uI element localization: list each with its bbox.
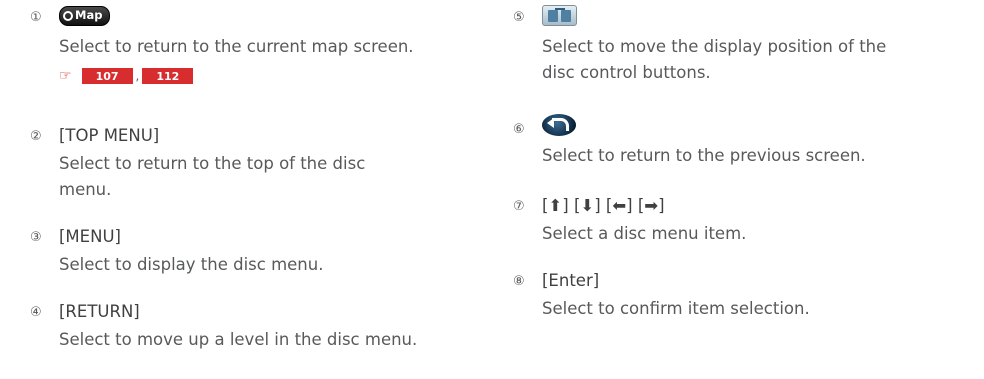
item-heading: [TOP MENU] xyxy=(59,126,160,145)
item-heading: [Enter] xyxy=(542,271,600,290)
page-reference-row: ☞ 107 , 112 xyxy=(59,68,194,84)
page-reference-link[interactable]: 112 xyxy=(142,68,194,84)
reference-separator: , xyxy=(135,69,140,83)
item-description: Select to return to the current map scre… xyxy=(59,37,414,56)
item-description: Select to move up a level in the disc me… xyxy=(59,330,418,349)
item-number: ① xyxy=(30,10,42,25)
item-description: Select a disc menu item. xyxy=(542,224,747,243)
page-reference-link[interactable]: 107 xyxy=(81,68,133,84)
map-button-label: Map xyxy=(75,8,103,23)
item-description: Select to confirm item selection. xyxy=(542,299,810,318)
item-description: Select to display the disc menu. xyxy=(59,255,324,274)
back-arrow-icon xyxy=(542,114,576,136)
item-number: ⑤ xyxy=(513,10,525,25)
reference-pointer-icon: ☞ xyxy=(59,68,72,84)
item-number: ⑧ xyxy=(513,274,525,289)
item-heading: [RETURN] xyxy=(59,302,140,321)
item-number: ③ xyxy=(30,230,42,245)
display-position-icon xyxy=(542,5,577,26)
item-number: ⑦ xyxy=(513,199,525,214)
item-heading: [MENU] xyxy=(59,227,121,246)
item-heading: [⬆] [⬇] [⬅] [➡] xyxy=(542,196,665,215)
item-number: ⑥ xyxy=(513,122,525,137)
item-description: Select to move the display position of t… xyxy=(542,37,887,82)
item-number: ④ xyxy=(30,305,42,320)
item-number: ② xyxy=(30,129,42,144)
item-description: Select to return to the previous screen. xyxy=(542,146,866,165)
map-button-icon: Map xyxy=(59,6,111,26)
item-description: Select to return to the top of the disc … xyxy=(59,154,366,199)
